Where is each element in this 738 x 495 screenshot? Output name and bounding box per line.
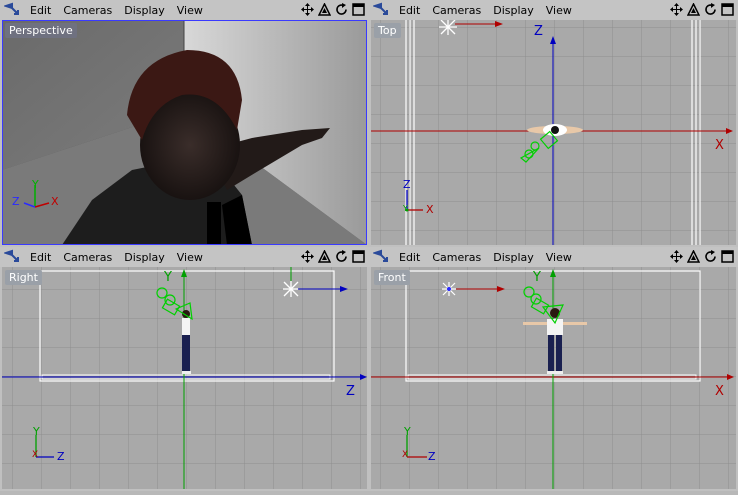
rotate-view-icon[interactable] [703,249,717,263]
viewport-drag-icon[interactable] [373,249,391,265]
axis-y-label: Y [32,178,39,191]
viewport-right[interactable]: Edit Cameras Display View Right Y Z Y X … [0,247,369,491]
move-view-icon[interactable] [300,249,314,263]
viewport-drag-icon[interactable] [373,2,391,18]
viewport-canvas-right[interactable]: Right Y Z Y X Z [2,267,367,489]
axis-x-label: X [32,450,39,460]
menu-edit[interactable]: Edit [399,4,420,17]
axis-y-label: Y [403,204,408,213]
axis-y-big-label: Y [164,270,172,285]
axis-x-big-label: X [715,384,724,399]
axis-x-big-label: X [715,138,724,153]
menu-view[interactable]: View [546,4,572,17]
viewport-top[interactable]: Edit Cameras Display View Top Z X Z Y X [369,0,738,247]
axis-y-big-label: Y [533,270,541,285]
viewport-label[interactable]: Perspective [5,23,77,38]
axis-z-big-label: Z [534,24,543,39]
axis-x-label: X [51,195,59,208]
viewport-drag-icon[interactable] [4,249,22,265]
viewport-label[interactable]: Front [374,270,410,285]
menu-edit[interactable]: Edit [399,251,420,264]
menu-edit[interactable]: Edit [30,4,51,17]
axis-y-label: Y [33,425,40,438]
axis-x-label: X [402,450,409,460]
axis-x-label: X [426,203,434,216]
viewport-front[interactable]: Edit Cameras Display View Front Y X Y X … [369,247,738,491]
menu-display[interactable]: Display [124,4,165,17]
viewport-canvas-front[interactable]: Front Y X Y X Z [371,267,736,489]
move-view-icon[interactable] [300,2,314,16]
zoom-view-icon[interactable] [317,2,331,16]
axis-y-label: Y [404,425,411,438]
menu-display[interactable]: Display [493,4,534,17]
maximize-view-icon[interactable] [720,249,734,263]
maximize-view-icon[interactable] [351,2,365,16]
status-strip [0,491,738,495]
viewport-canvas-top[interactable]: Top Z X Z Y X [371,20,736,245]
viewport-canvas-perspective[interactable]: Perspective Y Z X [2,20,367,245]
move-view-icon[interactable] [669,2,683,16]
zoom-view-icon[interactable] [686,249,700,263]
axis-z-big-label: Z [346,384,355,399]
viewport-drag-icon[interactable] [4,2,22,18]
menu-cameras[interactable]: Cameras [63,4,112,17]
rotate-view-icon[interactable] [334,2,348,16]
viewport-label[interactable]: Right [5,270,42,285]
viewport-label[interactable]: Top [374,23,401,38]
viewport-menubar: Edit Cameras Display View [369,0,738,20]
menu-display[interactable]: Display [493,251,534,264]
viewport-perspective[interactable]: Edit Cameras Display View Perspective Y … [0,0,369,247]
axis-z-label: Z [428,450,436,463]
menu-cameras[interactable]: Cameras [63,251,112,264]
rotate-view-icon[interactable] [703,2,717,16]
maximize-view-icon[interactable] [720,2,734,16]
move-view-icon[interactable] [669,249,683,263]
menu-view[interactable]: View [177,4,203,17]
axis-z-label: Z [12,195,20,208]
rotate-view-icon[interactable] [334,249,348,263]
menu-cameras[interactable]: Cameras [432,251,481,264]
menu-cameras[interactable]: Cameras [432,4,481,17]
menu-view[interactable]: View [177,251,203,264]
zoom-view-icon[interactable] [686,2,700,16]
viewport-menubar: Edit Cameras Display View [0,0,369,20]
maximize-view-icon[interactable] [351,249,365,263]
menu-display[interactable]: Display [124,251,165,264]
zoom-view-icon[interactable] [317,249,331,263]
axis-z-label: Z [403,178,411,191]
axis-z-label: Z [57,450,65,463]
menu-view[interactable]: View [546,251,572,264]
viewport-menubar: Edit Cameras Display View [0,247,369,267]
viewport-menubar: Edit Cameras Display View [369,247,738,267]
menu-edit[interactable]: Edit [30,251,51,264]
